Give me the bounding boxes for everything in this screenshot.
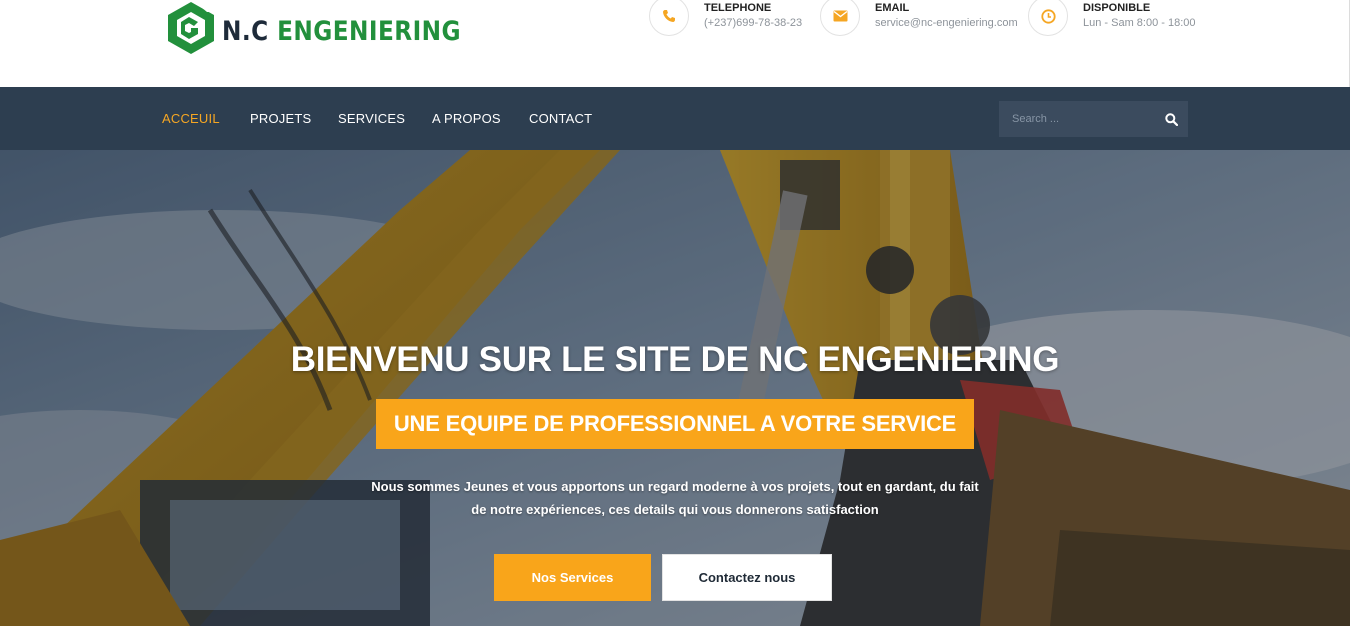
search-button[interactable]: [1154, 101, 1188, 137]
hero-subtitle: UNE EQUIPE DE PROFESSIONNEL A VOTRE SERV…: [375, 399, 975, 449]
envelope-icon-circle: [820, 0, 860, 36]
phone-value[interactable]: (+237)699-78-38-23: [704, 15, 802, 31]
phone-label: TELEPHONE: [704, 2, 772, 14]
hero-description-line-2: de notre expériences, ces details qui vo…: [471, 502, 879, 517]
logo-text: N.C ENGENIERING: [222, 16, 461, 47]
nav-item-contact[interactable]: CONTACT: [529, 87, 592, 150]
contact-email: EMAIL service@nc-engeniering.com: [820, 0, 1018, 36]
search-input[interactable]: [999, 101, 1154, 137]
phone-icon: [663, 10, 675, 22]
main-nav: ACCEUIL PROJETS SERVICES A PROPOS CONTAC…: [0, 87, 1350, 150]
hero-subtitle-wrap: UNE EQUIPE DE PROFESSIONNEL A VOTRE SERV…: [0, 399, 1350, 449]
nav-item-services[interactable]: SERVICES: [338, 87, 405, 150]
top-header: N.C ENGENIERING TELEPHONE (+237)699-78-3…: [0, 0, 1350, 87]
contactez-nous-button[interactable]: Contactez nous: [662, 554, 832, 601]
hero-title: BIENVENU SUR LE SITE DE NC ENGENIERING: [290, 340, 1060, 379]
envelope-icon: [833, 10, 847, 22]
nav-item-accueil[interactable]: ACCEUIL: [162, 87, 220, 150]
nav-item-a-propos[interactable]: A PROPOS: [432, 87, 501, 150]
email-label: EMAIL: [875, 2, 910, 14]
hours-value: Lun - Sam 8:00 - 18:00: [1083, 17, 1196, 29]
hero-description-line-1: Nous sommes Jeunes et vous apportons un …: [371, 479, 979, 494]
site-logo[interactable]: N.C ENGENIERING: [162, 0, 500, 58]
nav-item-projets[interactable]: PROJETS: [250, 87, 311, 150]
contact-hours: DISPONIBLE Lun - Sam 8:00 - 18:00: [1028, 0, 1196, 36]
clock-icon-circle: [1028, 0, 1068, 36]
email-value[interactable]: service@nc-engeniering.com: [875, 15, 1018, 31]
search-box: [999, 101, 1188, 137]
hero-section: BIENVENU SUR LE SITE DE NC ENGENIERING U…: [0, 150, 1350, 626]
contact-phone: TELEPHONE (+237)699-78-38-23: [649, 0, 802, 36]
logo-hexagon-icon: [168, 2, 220, 54]
phone-icon-circle: [649, 0, 689, 36]
logo-text-part1: N.C: [222, 15, 269, 47]
hero-description: Nous sommes Jeunes et vous apportons un …: [360, 475, 990, 521]
nos-services-button[interactable]: Nos Services: [494, 554, 651, 601]
logo-text-part2: ENGENIERING: [277, 15, 461, 47]
search-icon: [1164, 112, 1178, 126]
clock-icon: [1040, 8, 1056, 24]
hours-label: DISPONIBLE: [1083, 2, 1151, 14]
